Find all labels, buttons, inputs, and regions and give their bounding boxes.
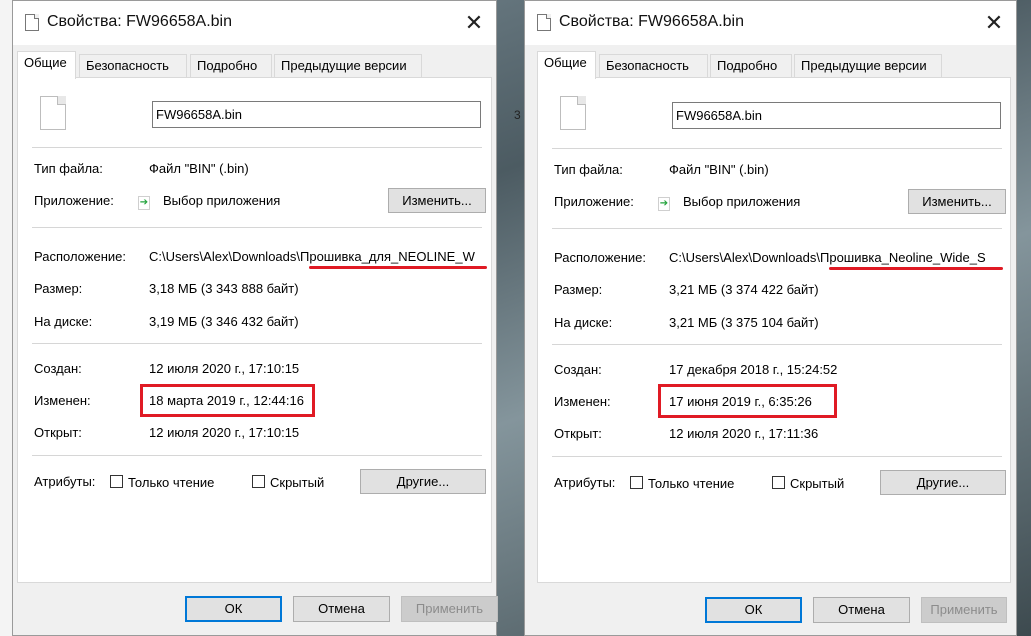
separator xyxy=(552,344,1002,345)
tab-security[interactable]: Безопасность xyxy=(79,54,187,77)
title-bar: Свойства: FW96658A.bin ✕ xyxy=(13,1,496,45)
separator xyxy=(32,147,482,148)
cancel-button[interactable]: Отмена xyxy=(293,596,390,622)
properties-dialog-right: Свойства: FW96658A.bin ✕ Общие Безопасно… xyxy=(524,0,1017,636)
file-name-input[interactable] xyxy=(672,102,1001,129)
attributes-label: Атрибуты: xyxy=(554,475,616,490)
app-value: Выбор приложения xyxy=(683,194,801,209)
app-label: Приложение: xyxy=(34,193,114,208)
window-title: Свойства: FW96658A.bin xyxy=(559,13,744,30)
separator xyxy=(552,228,1002,229)
blank-document-icon xyxy=(560,96,586,130)
blank-document-icon xyxy=(40,96,66,130)
file-type-label: Тип файла: xyxy=(34,161,103,176)
title-bar: Свойства: FW96658A.bin ✕ xyxy=(525,1,1016,45)
ok-button[interactable]: ОК xyxy=(185,596,282,622)
created-value: 17 декабря 2018 г., 15:24:52 xyxy=(669,362,838,377)
created-label: Создан: xyxy=(554,362,602,377)
separator xyxy=(552,148,1002,149)
general-panel: Тип файла: Файл "BIN" (.bin) Приложение:… xyxy=(17,77,492,583)
modified-label: Изменен: xyxy=(34,393,91,408)
tab-details[interactable]: Подробно xyxy=(710,54,792,77)
created-label: Создан: xyxy=(34,361,82,376)
advanced-attributes-button[interactable]: Другие... xyxy=(360,469,486,494)
advanced-attributes-button[interactable]: Другие... xyxy=(880,470,1006,495)
red-box-annotation xyxy=(658,384,837,418)
hidden-checkbox[interactable] xyxy=(252,475,265,488)
readonly-checkbox[interactable] xyxy=(630,476,643,489)
attributes-label: Атрибуты: xyxy=(34,474,96,489)
red-underline-annotation xyxy=(829,267,1003,270)
change-app-button[interactable]: Изменить... xyxy=(908,189,1006,214)
tab-security[interactable]: Безопасность xyxy=(599,54,708,77)
disk-size-value: 3,19 МБ (3 346 432 байт) xyxy=(149,314,299,329)
apply-button[interactable]: Применить xyxy=(921,597,1007,623)
size-value: 3,21 МБ (3 374 422 байт) xyxy=(669,282,819,297)
created-value: 12 июля 2020 г., 17:10:15 xyxy=(149,361,300,376)
tab-general[interactable]: Общие xyxy=(537,51,596,79)
separator xyxy=(552,456,1002,457)
location-label: Расположение: xyxy=(554,250,646,265)
tab-previous-versions[interactable]: Предыдущие версии xyxy=(794,54,942,77)
disk-size-value: 3,21 МБ (3 375 104 байт) xyxy=(669,315,819,330)
file-type-value: Файл "BIN" (.bin) xyxy=(149,161,249,176)
left-window-edge xyxy=(0,0,12,636)
cancel-button[interactable]: Отмена xyxy=(813,597,910,623)
apply-button[interactable]: Применить xyxy=(401,596,498,622)
opened-value: 12 июля 2020 г., 17:11:36 xyxy=(669,426,819,441)
readonly-label: Только чтение xyxy=(128,475,215,490)
file-type-value: Файл "BIN" (.bin) xyxy=(669,162,769,177)
hidden-label: Скрытый xyxy=(790,476,845,491)
file-type-label: Тип файла: xyxy=(554,162,623,177)
file-icon xyxy=(25,14,39,31)
window-title: Свойства: FW96658A.bin xyxy=(47,13,232,30)
disk-size-label: На диске: xyxy=(554,315,613,330)
separator xyxy=(32,343,482,344)
file-name-input[interactable] xyxy=(152,101,481,128)
app-picker-icon: ➔ xyxy=(658,197,670,211)
red-underline-annotation xyxy=(309,266,487,269)
tab-details[interactable]: Подробно xyxy=(190,54,272,77)
location-value: C:\Users\Alex\Downloads\Прошивка_Neoline… xyxy=(669,250,986,265)
close-button[interactable]: ✕ xyxy=(972,1,1016,45)
close-button[interactable]: ✕ xyxy=(452,1,496,45)
hidden-label: Скрытый xyxy=(270,475,325,490)
location-label: Расположение: xyxy=(34,249,126,264)
modified-label: Изменен: xyxy=(554,394,611,409)
readonly-checkbox[interactable] xyxy=(110,475,123,488)
separator xyxy=(32,455,482,456)
opened-label: Открыт: xyxy=(554,426,602,441)
hidden-checkbox[interactable] xyxy=(772,476,785,489)
app-picker-icon: ➔ xyxy=(138,196,150,210)
ok-button[interactable]: ОК xyxy=(705,597,802,623)
size-value: 3,18 МБ (3 343 888 байт) xyxy=(149,281,299,296)
app-label: Приложение: xyxy=(554,194,634,209)
general-panel: Тип файла: Файл "BIN" (.bin) Приложение:… xyxy=(537,77,1011,583)
properties-dialog-left: Свойства: FW96658A.bin ✕ Общие Безопасно… xyxy=(12,0,498,636)
opened-label: Открыт: xyxy=(34,425,82,440)
readonly-label: Только чтение xyxy=(648,476,735,491)
separator xyxy=(32,227,482,228)
disk-size-label: На диске: xyxy=(34,314,93,329)
size-label: Размер: xyxy=(554,282,603,297)
red-box-annotation xyxy=(140,384,315,417)
tab-general[interactable]: Общие xyxy=(17,51,76,79)
tab-previous-versions[interactable]: Предыдущие версии xyxy=(274,54,422,77)
file-icon xyxy=(537,14,551,31)
app-value: Выбор приложения xyxy=(163,193,281,208)
background-fragment-text: 3 xyxy=(514,108,521,122)
opened-value: 12 июля 2020 г., 17:10:15 xyxy=(149,425,300,440)
change-app-button[interactable]: Изменить... xyxy=(388,188,486,213)
location-value: C:\Users\Alex\Downloads\Прошивка_для_NEO… xyxy=(149,249,475,264)
size-label: Размер: xyxy=(34,281,83,296)
